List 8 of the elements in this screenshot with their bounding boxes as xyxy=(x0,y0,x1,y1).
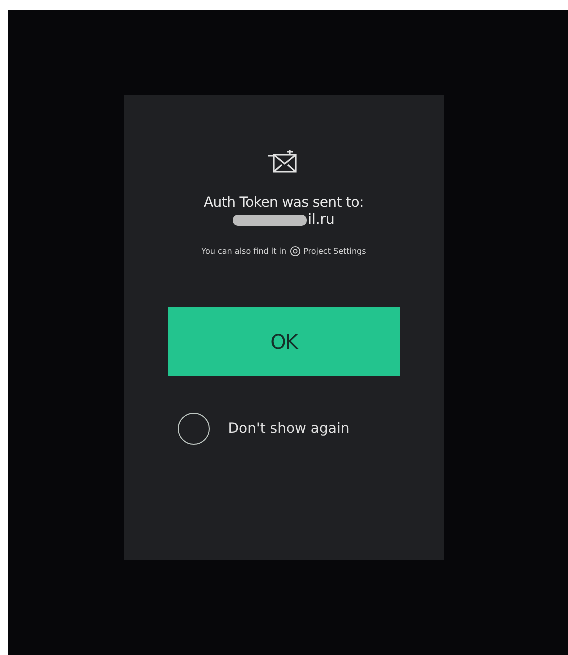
settings-link[interactable]: Project Settings xyxy=(304,247,366,256)
dialog-title: Auth Token was sent to: xyxy=(204,195,364,211)
settings-icon xyxy=(290,246,301,257)
ok-button[interactable]: OK xyxy=(168,307,400,376)
hint-text: You can also find it in xyxy=(202,247,287,256)
radio-circle[interactable] xyxy=(178,413,210,445)
dont-show-again-checkbox[interactable]: Don't show again xyxy=(178,413,350,445)
email-address: il.ru xyxy=(308,212,335,228)
